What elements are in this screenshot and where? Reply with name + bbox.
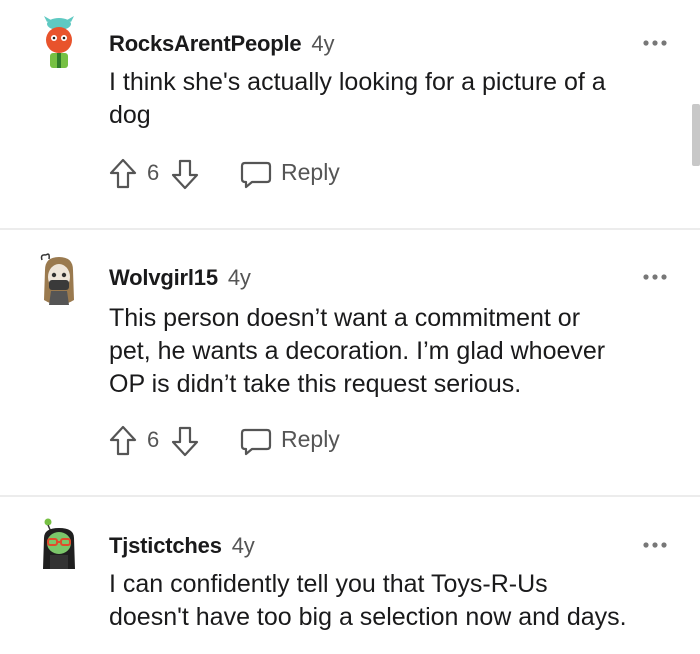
username[interactable]: Wolvgirl15 4y [109, 265, 251, 291]
divider [0, 228, 700, 230]
speech-bubble-icon [240, 161, 272, 189]
scrollbar-thumb[interactable] [692, 104, 700, 166]
arrow-down-outline-icon[interactable] [169, 423, 201, 459]
comment-age: 4y [311, 31, 335, 56]
divider [0, 495, 700, 497]
arrow-down-outline-icon[interactable] [169, 156, 201, 192]
comment-body: I think she's actually looking for a pic… [109, 68, 606, 129]
speech-bubble-icon [240, 428, 272, 456]
comment-body: I can confidently tell you that Toys-R-U… [109, 570, 627, 631]
ellipsis-icon[interactable] [640, 38, 670, 48]
comment-age: 4y [227, 265, 251, 290]
comment-age: 4y [231, 533, 255, 558]
username[interactable]: Tjstictches 4y [109, 533, 255, 559]
vote-score: 6 [147, 160, 160, 185]
arrow-up-outline-icon[interactable] [107, 423, 139, 459]
arrow-up-outline-icon[interactable] [107, 156, 139, 192]
username-text[interactable]: Tjstictches [109, 533, 222, 558]
user-avatar-icon[interactable] [36, 12, 82, 72]
user-avatar-icon[interactable] [36, 250, 82, 310]
reply-label: Reply [281, 426, 340, 452]
username[interactable]: RocksArentPeople 4y [109, 31, 334, 57]
ellipsis-icon[interactable] [640, 272, 670, 282]
comment-body: This person doesn’t want a commitment or… [109, 304, 606, 398]
user-avatar-icon[interactable] [36, 514, 82, 574]
username-text[interactable]: RocksArentPeople [109, 31, 302, 56]
username-text[interactable]: Wolvgirl15 [109, 265, 218, 290]
vote-score: 6 [147, 427, 160, 452]
reply-label: Reply [281, 159, 340, 185]
ellipsis-icon[interactable] [640, 540, 670, 550]
